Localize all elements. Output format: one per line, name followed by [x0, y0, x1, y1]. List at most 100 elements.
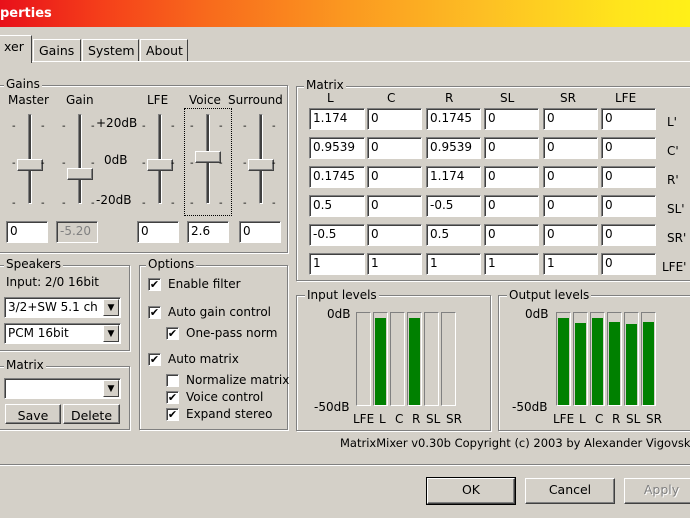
matrix-cell[interactable]: 0	[484, 224, 539, 246]
chevron-down-icon[interactable]: ▼	[103, 380, 119, 397]
tab-mixer[interactable]: xer	[0, 35, 32, 63]
sample-format-value: PCM 16bit	[8, 326, 69, 340]
tab-gains[interactable]: Gains	[33, 39, 81, 61]
matrix-row-label: LFE'	[662, 260, 687, 274]
output-levels-label: Output levels	[507, 288, 592, 302]
matrix-cell[interactable]: 1	[309, 253, 365, 275]
matrix-cell[interactable]: 0	[484, 195, 539, 217]
speakers-group-label: Speakers	[4, 257, 64, 271]
matrix-row-label: R'	[667, 173, 679, 187]
chevron-down-icon[interactable]: ▼	[103, 325, 119, 342]
matrix-cell[interactable]: 0.5	[426, 224, 481, 246]
slider-track[interactable]	[78, 114, 82, 204]
option-checkbox[interactable]: ✔	[166, 391, 179, 404]
option-label[interactable]: Normalize matrix	[186, 373, 289, 387]
matrix-cell[interactable]: -0.5	[309, 224, 365, 246]
matrix-cell[interactable]: 1	[367, 253, 422, 275]
option-label[interactable]: Auto matrix	[168, 352, 239, 366]
option-checkbox[interactable]: ✔	[148, 278, 161, 291]
chevron-down-icon[interactable]: ▼	[103, 299, 119, 316]
gain-value-field[interactable]: -5.20	[56, 221, 98, 243]
slider-tick: -	[62, 158, 66, 169]
matrix-cell[interactable]: 0.5	[309, 195, 365, 217]
matrix-cell[interactable]: 0	[543, 195, 598, 217]
meter-channel-label: SR	[646, 412, 662, 426]
slider-thumb[interactable]	[248, 159, 274, 172]
slider-thumb[interactable]	[67, 168, 93, 181]
matrix-cell[interactable]: 0	[601, 108, 656, 130]
matrix-preset-select[interactable]: ▼	[4, 378, 121, 399]
matrix-column-header: SR	[560, 91, 576, 105]
matrix-cell[interactable]: 1.174	[426, 166, 481, 188]
slider-thumb[interactable]	[17, 159, 43, 172]
matrix-cell[interactable]: 0	[484, 166, 539, 188]
matrix-cell[interactable]: 0	[543, 137, 598, 159]
slider-tick: -	[41, 121, 45, 132]
apply-button[interactable]: Apply	[624, 478, 690, 504]
matrix-cell[interactable]: 0.9539	[309, 137, 365, 159]
slider-tick: -	[171, 121, 175, 132]
option-checkbox[interactable]: ✔	[148, 306, 161, 319]
meter-channel-label: R	[412, 412, 421, 426]
option-checkbox[interactable]: ✔	[166, 327, 179, 340]
cancel-button[interactable]: Cancel	[525, 478, 615, 504]
matrix-cell[interactable]: 0	[367, 108, 422, 130]
slider-tick: -	[272, 121, 276, 132]
ok-button[interactable]: OK	[426, 477, 516, 505]
option-label[interactable]: Expand stereo	[186, 407, 272, 421]
matrix-cell[interactable]: 0	[367, 166, 422, 188]
meter-channel-label: L	[579, 412, 586, 426]
slider-tick: -	[91, 158, 95, 169]
matrix-column-header: C	[387, 91, 396, 105]
matrix-cell[interactable]: 0	[367, 137, 422, 159]
option-checkbox[interactable]: ✔	[166, 408, 179, 421]
matrix-cell[interactable]: 0	[543, 224, 598, 246]
option-checkbox[interactable]	[166, 374, 179, 387]
gain-channel-label: Gain	[66, 93, 94, 107]
matrix-cell[interactable]: 0	[601, 137, 656, 159]
matrix-cell[interactable]: 1.174	[309, 108, 365, 130]
matrix-cell[interactable]: 1	[426, 253, 481, 275]
slider-tick: -	[272, 198, 276, 209]
matrix-cell[interactable]: 0.1745	[309, 166, 365, 188]
matrix-cell[interactable]: 0	[484, 137, 539, 159]
speaker-layout-select[interactable]: 3/2+SW 5.1 ch ▼	[4, 297, 121, 318]
delete-preset-button[interactable]: Delete	[63, 404, 120, 424]
option-label[interactable]: One-pass norm	[186, 326, 277, 340]
tab-system[interactable]: System	[82, 39, 139, 61]
matrix-cell[interactable]: 0	[601, 195, 656, 217]
check-icon: ✔	[149, 353, 160, 366]
matrix-cell[interactable]: 0	[484, 108, 539, 130]
matrix-cell[interactable]: 0	[601, 253, 656, 275]
matrix-cell[interactable]: 0.9539	[426, 137, 481, 159]
matrix-cell[interactable]: 0.1745	[426, 108, 481, 130]
gain-channel-label: LFE	[147, 93, 169, 107]
title-bar[interactable]: perties	[0, 0, 690, 27]
option-label[interactable]: Auto gain control	[168, 305, 271, 319]
slider-thumb[interactable]	[147, 159, 173, 172]
matrix-cell[interactable]: 0	[601, 166, 656, 188]
matrix-cell[interactable]: 0	[543, 108, 598, 130]
sample-format-select[interactable]: PCM 16bit ▼	[4, 323, 121, 344]
gain-value-field[interactable]: 2.6	[187, 221, 229, 243]
tab-about[interactable]: About	[140, 39, 188, 61]
matrix-cell[interactable]: -0.5	[426, 195, 481, 217]
option-label[interactable]: Enable filter	[168, 277, 241, 291]
matrix-cell[interactable]: 0	[601, 224, 656, 246]
option-label[interactable]: Voice control	[186, 390, 263, 404]
option-checkbox[interactable]: ✔	[148, 353, 161, 366]
gain-value-field[interactable]: 0	[137, 221, 179, 243]
save-preset-button[interactable]: Save	[5, 404, 61, 424]
matrix-cell[interactable]: 1	[484, 253, 539, 275]
tab-label: Gains	[39, 43, 75, 58]
level-meter-fill	[575, 323, 586, 405]
gain-value-field[interactable]: 0	[239, 221, 281, 243]
matrix-group-label: Matrix	[304, 78, 346, 92]
matrix-cell[interactable]: 1	[543, 253, 598, 275]
slider-tick: -	[171, 198, 175, 209]
matrix-cell[interactable]: 0	[367, 224, 422, 246]
gain-value-field[interactable]: 0	[6, 221, 48, 243]
matrix-cell[interactable]: 0	[543, 166, 598, 188]
level-meter-fill	[643, 322, 654, 405]
matrix-cell[interactable]: 0	[367, 195, 422, 217]
